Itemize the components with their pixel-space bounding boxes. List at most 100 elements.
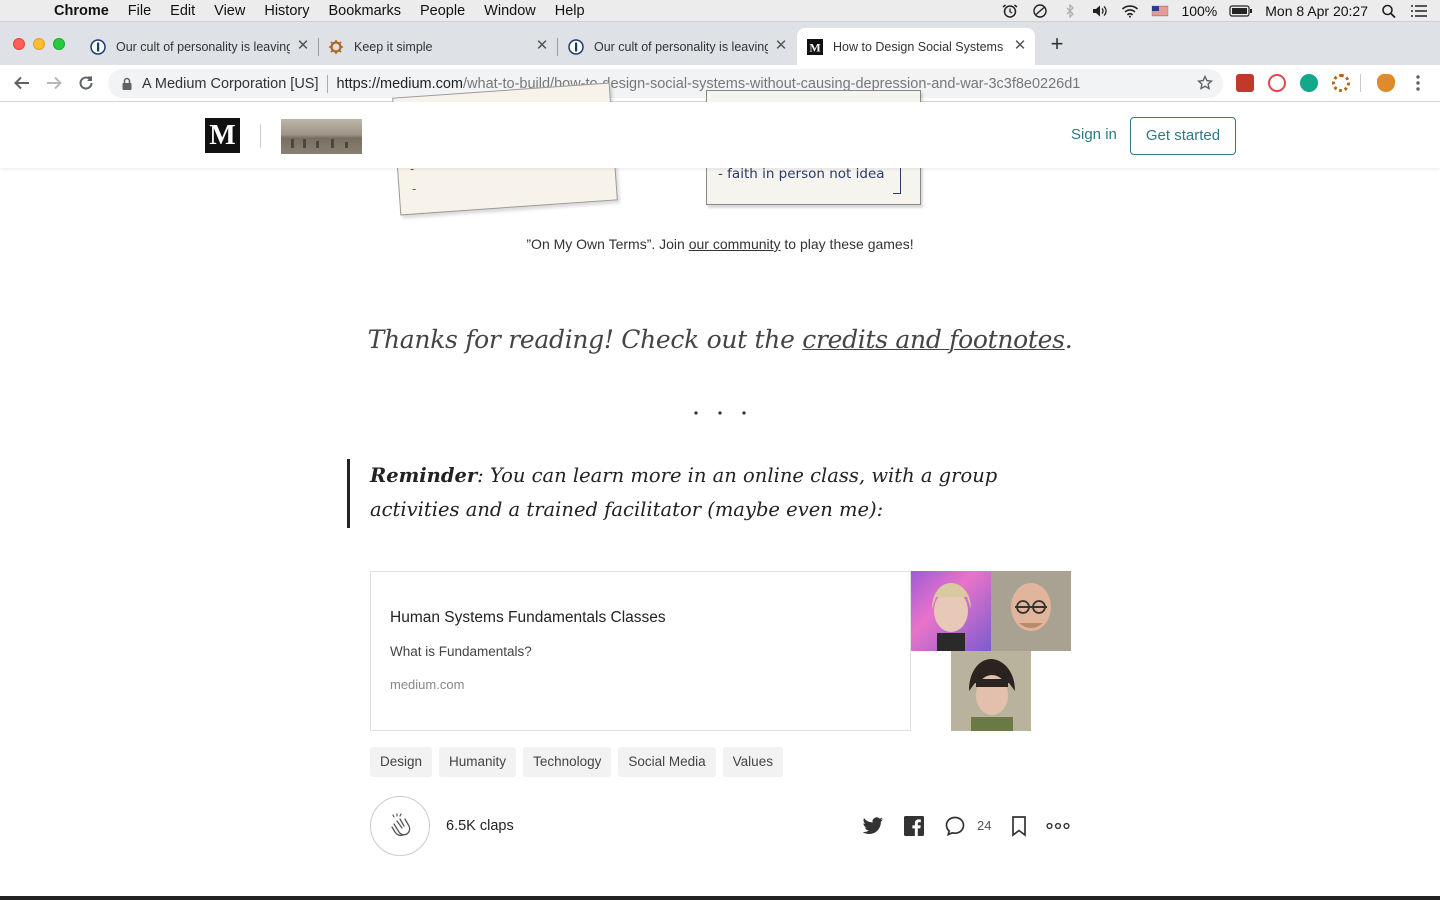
back-icon[interactable]: [12, 73, 32, 93]
notification-center-icon[interactable]: [1410, 4, 1428, 18]
chrome-menu-icon[interactable]: [1408, 73, 1428, 93]
section-separator: [0, 398, 1440, 424]
menu-window[interactable]: Window: [484, 3, 536, 19]
tag-values[interactable]: Values: [722, 747, 783, 777]
instructor-photo-1: [911, 571, 991, 651]
tag-technology[interactable]: Technology: [523, 747, 612, 777]
new-tab-icon[interactable]: +: [1046, 33, 1068, 56]
header-divider: [260, 124, 261, 148]
clap-button[interactable]: [370, 796, 430, 856]
menu-bookmarks[interactable]: Bookmarks: [328, 3, 401, 19]
menu-view[interactable]: View: [214, 3, 245, 19]
tab-title: How to Design Social Systems (: [833, 39, 1007, 54]
window-close-button[interactable]: [13, 38, 25, 50]
svg-text:M: M: [809, 40, 820, 54]
shield-extension-icon[interactable]: [1236, 74, 1254, 92]
reload-icon[interactable]: [76, 73, 96, 93]
menu-edit[interactable]: Edit: [170, 3, 195, 19]
clap-hands-icon: [391, 813, 411, 837]
reminder-blockquote: Reminder: You can learn more in an onlin…: [347, 459, 1067, 528]
extension-divider: [1360, 74, 1361, 92]
tab-close-icon[interactable]: ✕: [1013, 38, 1027, 53]
do-not-disturb-icon[interactable]: [1031, 4, 1049, 18]
bottom-edge-bar: [0, 896, 1440, 900]
forward-icon[interactable]: [44, 73, 64, 93]
tab-title: Our cult of personality is leaving: [116, 39, 290, 54]
publication-logo-image[interactable]: [281, 119, 362, 154]
get-started-button[interactable]: Get started: [1130, 117, 1236, 155]
menubar-status-area: 100% Mon 8 Apr 20:27: [1001, 0, 1440, 22]
tab-close-icon[interactable]: ✕: [296, 38, 310, 53]
volume-icon[interactable]: [1091, 4, 1109, 18]
embed-thumbnail: [910, 571, 1071, 731]
community-link[interactable]: our community: [689, 236, 781, 252]
credits-footnotes-link[interactable]: credits and footnotes: [802, 325, 1065, 354]
tab-close-icon[interactable]: ✕: [535, 38, 549, 53]
menu-history[interactable]: History: [264, 3, 309, 19]
tab-close-icon[interactable]: ✕: [774, 38, 788, 53]
figure-caption: ”On My Own Terms”. Join our community to…: [0, 236, 1440, 252]
lock-icon: [122, 77, 132, 90]
caption-text: to play these games!: [780, 236, 914, 252]
menu-people[interactable]: People: [420, 3, 465, 19]
facebook-icon[interactable]: [903, 815, 925, 837]
battery-icon[interactable]: [1229, 4, 1253, 18]
responses-count[interactable]: 24: [977, 818, 991, 833]
bluetooth-icon[interactable]: [1061, 4, 1079, 18]
more-options-icon[interactable]: [1046, 815, 1070, 837]
browser-tab[interactable]: Our cult of personality is leaving ✕: [80, 28, 319, 65]
opinion-site-icon: [568, 38, 584, 55]
omnibox-divider: [326, 74, 328, 93]
responses-icon[interactable]: [944, 815, 966, 837]
spotlight-search-icon[interactable]: [1380, 4, 1398, 18]
bookmark-icon[interactable]: [1008, 815, 1030, 837]
menu-app-name[interactable]: Chrome: [54, 3, 109, 19]
tag-humanity[interactable]: Humanity: [439, 747, 517, 777]
menubar-clock[interactable]: Mon 8 Apr 20:27: [1265, 3, 1368, 19]
address-bar[interactable]: A Medium Corporation [US] https://medium…: [108, 69, 1223, 98]
tab-title: Keep it simple: [354, 39, 433, 54]
medium-logo[interactable]: M: [205, 118, 240, 153]
us-flag-icon[interactable]: [1151, 4, 1169, 18]
fox-extension-icon[interactable]: [1377, 74, 1395, 92]
reminder-label: Reminder: [370, 464, 478, 487]
clap-count[interactable]: 6.5K claps: [446, 818, 514, 834]
tab-title: Our cult of personality is leaving: [594, 39, 768, 54]
m-extension-icon[interactable]: [1300, 74, 1318, 92]
thanks-paragraph: Thanks for reading! Check out the credit…: [0, 325, 1440, 354]
browser-tab[interactable]: Keep it simple ✕: [318, 28, 558, 65]
tag-list: Design Humanity Technology Social Media …: [370, 747, 790, 777]
certificate-label: A Medium Corporation [US]: [142, 75, 319, 92]
embed-host: medium.com: [390, 677, 465, 692]
alarm-clock-icon[interactable]: [1001, 4, 1019, 18]
twitter-icon[interactable]: [862, 815, 884, 837]
browser-tab-active[interactable]: M How to Design Social Systems ( ✕: [797, 28, 1035, 65]
tag-social-media[interactable]: Social Media: [618, 747, 716, 777]
thanks-text: .: [1064, 325, 1073, 354]
caption-text: ”On My Own Terms”. Join: [526, 236, 689, 252]
window-zoom-button[interactable]: [53, 38, 65, 50]
browser-tab[interactable]: Our cult of personality is leaving ✕: [558, 28, 796, 65]
thanks-text: Thanks for reading! Check out the: [367, 325, 803, 354]
window-minimize-button[interactable]: [33, 38, 45, 50]
embed-title: Human Systems Fundamentals Classes: [390, 609, 666, 626]
block-extension-icon[interactable]: [1268, 74, 1286, 92]
instructor-photo-3: [951, 651, 1031, 731]
sign-in-link[interactable]: Sign in: [1071, 126, 1117, 143]
wheel-icon: [328, 39, 344, 55]
browser-tab-strip: Our cult of personality is leaving ✕ Kee…: [0, 22, 1440, 65]
battery-percent[interactable]: 100%: [1181, 3, 1217, 19]
menu-file[interactable]: File: [128, 3, 151, 19]
illustration-bracket: [893, 168, 901, 194]
tag-design[interactable]: Design: [370, 747, 433, 777]
illustration-text: - faith in person not idea: [718, 166, 885, 182]
wifi-icon[interactable]: [1121, 4, 1139, 18]
bookmark-star-icon[interactable]: [1197, 75, 1213, 91]
link-embed-card[interactable]: Human Systems Fundamentals Classes What …: [370, 571, 1071, 731]
medium-icon: M: [807, 38, 823, 55]
wheel-extension-icon[interactable]: [1332, 74, 1350, 92]
illustration-dash: -: [412, 181, 417, 196]
url-host: https://medium.com: [336, 75, 464, 92]
menu-help[interactable]: Help: [555, 3, 585, 19]
embed-description: What is Fundamentals?: [390, 644, 532, 659]
